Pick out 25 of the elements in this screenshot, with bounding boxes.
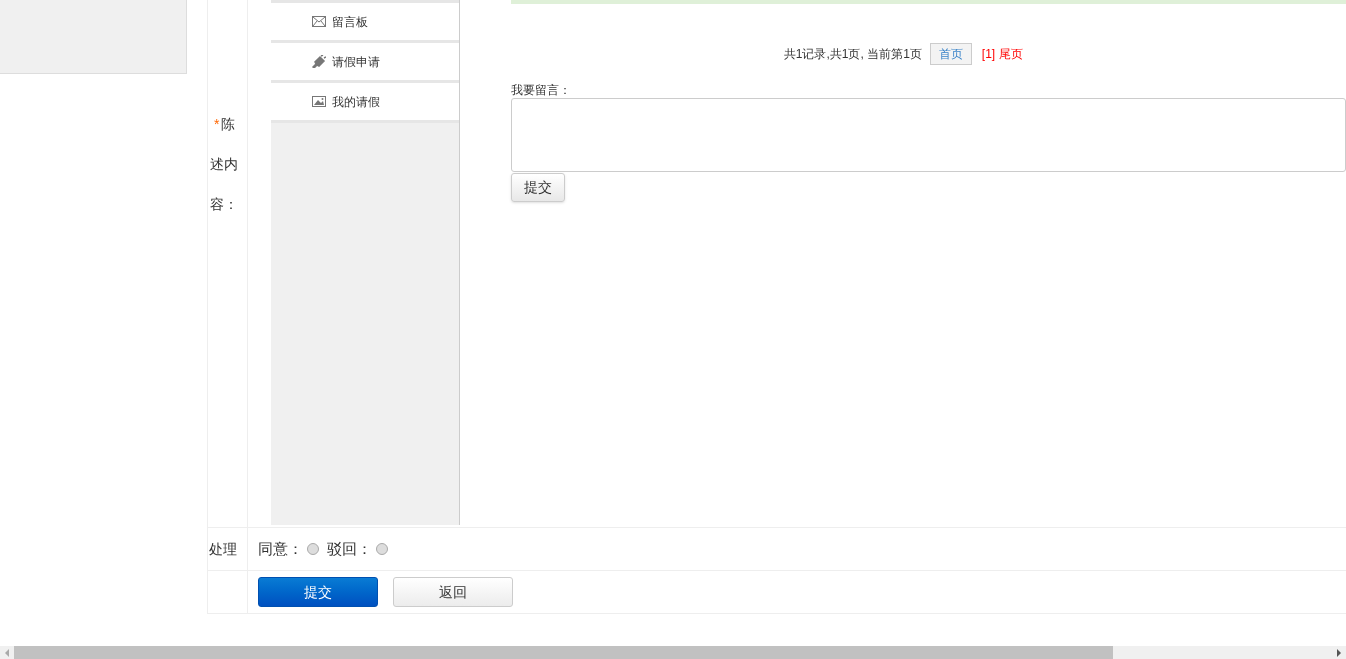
radio-label: 同意：: [258, 538, 303, 559]
submit-button[interactable]: 提交: [258, 577, 378, 607]
horizontal-scrollbar[interactable]: [0, 646, 1346, 659]
scrollbar-thumb[interactable]: [14, 646, 1113, 659]
field-label: *陈述内容：: [210, 115, 239, 214]
message-field[interactable]: [511, 98, 1346, 172]
process-label: 处理: [208, 539, 237, 559]
menu-item[interactable]: 请假申请: [271, 43, 459, 83]
last-page-link[interactable]: 尾页: [999, 45, 1024, 63]
page-summary: 共1记录,共1页, 当前第1页: [783, 46, 922, 63]
scroll-left-icon[interactable]: [4, 648, 10, 657]
back-button[interactable]: 返回: [393, 577, 513, 607]
menu-item[interactable]: 留言板: [271, 3, 459, 43]
radio-label: 驳回：: [327, 538, 372, 559]
page-link[interactable]: [1]: [981, 45, 996, 63]
menu-item[interactable]: 我的请假: [271, 83, 459, 123]
message-label: 我要留言：: [511, 83, 572, 97]
scroll-right-icon[interactable]: [1336, 648, 1342, 657]
envelope-icon: [312, 16, 326, 27]
plug-icon: [312, 55, 326, 68]
first-page-button[interactable]: 首页: [929, 43, 972, 65]
radio-button[interactable]: [376, 543, 388, 555]
radio-button[interactable]: [307, 543, 319, 555]
image-icon: [312, 96, 326, 107]
submit-button[interactable]: 提交: [511, 173, 565, 202]
